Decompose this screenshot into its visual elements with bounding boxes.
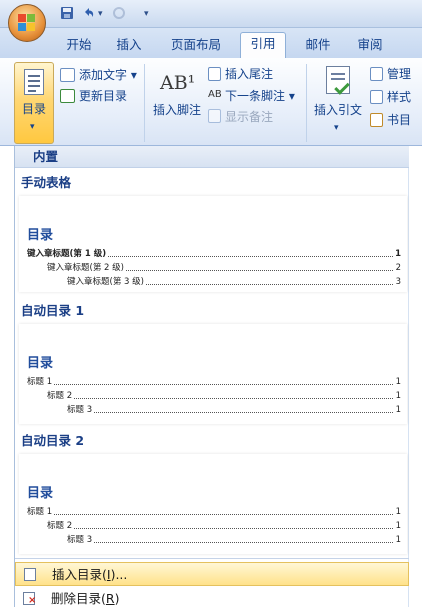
insert-toc-label: 插入目录(I)... [52, 567, 128, 582]
tab-insert[interactable]: 插入 [108, 34, 150, 56]
office-button[interactable] [8, 4, 46, 42]
delete-toc-label: 删除目录(R) [51, 591, 120, 606]
tab-review[interactable]: 审阅 [348, 34, 392, 56]
insert-citation-button[interactable]: 插入引文 [314, 102, 362, 118]
toc-preview-auto2[interactable]: 目录 标题 11 标题 21 标题 31 [19, 454, 407, 554]
preview-title: 目录 [27, 486, 54, 501]
toc-gallery-dropdown: 内置 手动表格 目录 键入章标题(第 1 级) 1 键入章标题(第 2 级) 2 键… [14, 146, 409, 607]
office-logo-icon [18, 14, 36, 32]
show-notes-icon [208, 109, 221, 123]
insert-citation-icon [326, 66, 350, 95]
style-icon [370, 90, 383, 104]
gallery-section-auto1: 自动目录 1 [21, 303, 85, 318]
gallery-builtin-header: 内置 [15, 146, 409, 168]
insert-endnote-button[interactable]: 插入尾注 [225, 66, 273, 82]
toc-entry: 标题 31 [67, 404, 401, 416]
toc-entry: 标题 11 [27, 506, 401, 518]
ribbon-group-separator [306, 64, 307, 142]
tab-mailings[interactable]: 邮件 [296, 34, 340, 56]
insert-endnote-icon [208, 67, 221, 81]
gallery-section-manual: 手动表格 [21, 175, 72, 190]
tab-home[interactable]: 开始 [58, 34, 100, 56]
toc-button-label: 目录 [22, 102, 47, 116]
add-text-icon [60, 68, 75, 82]
customize-qat-icon[interactable]: ▾ [144, 6, 149, 22]
toc-entry: 标题 21 [47, 520, 401, 532]
toc-entry: 标题 21 [47, 390, 401, 402]
preview-title: 目录 [27, 356, 54, 371]
menu-divider [15, 558, 409, 559]
bibliography-button[interactable]: 书目 [387, 112, 411, 128]
ribbon-tabs: 开始 插入 页面布局 引用 邮件 审阅 [0, 28, 422, 58]
preview-title: 目录 [27, 228, 54, 243]
update-toc-button[interactable]: 更新目录 [79, 88, 127, 104]
tab-references[interactable]: 引用 [240, 32, 286, 58]
next-footnote-button[interactable]: 下一条脚注 ▾ [225, 88, 295, 104]
style-dropdown[interactable]: 样式 [387, 89, 411, 105]
manage-sources-icon [370, 67, 383, 81]
toc-button[interactable]: 目录 ▾ [14, 62, 54, 144]
show-notes-button[interactable]: 显示备注 [225, 109, 273, 125]
toc-preview-auto1[interactable]: 目录 标题 11 标题 21 标题 31 [19, 324, 407, 424]
add-text-button[interactable]: 添加文字 ▾ [79, 67, 137, 83]
insert-toc-menu-item[interactable]: 插入目录(I)... [15, 562, 409, 586]
save-icon[interactable] [60, 6, 74, 22]
title-bar: ▾ ▾ [0, 0, 422, 28]
insert-footnote-button[interactable]: 插入脚注 [153, 102, 201, 118]
next-footnote-icon: AB [208, 89, 222, 100]
delete-toc-icon: × [23, 592, 36, 606]
toc-entry: 键入章标题(第 3 级) 3 [67, 276, 401, 288]
toc-entry: 标题 11 [27, 376, 401, 388]
manage-sources-button[interactable]: 管理 [387, 66, 411, 82]
toc-entry: 键入章标题(第 1 级) 1 [27, 248, 401, 260]
chevron-down-icon[interactable]: ▾ [98, 6, 103, 22]
toc-entry: 键入章标题(第 2 级) 2 [47, 262, 401, 274]
gallery-section-auto2: 自动目录 2 [21, 433, 85, 448]
delete-toc-menu-item[interactable]: × 删除目录(R) [15, 587, 409, 611]
insert-toc-icon [24, 568, 36, 581]
tab-page-layout[interactable]: 页面布局 [160, 34, 232, 56]
chevron-down-icon: ▾ [30, 122, 35, 132]
redo-icon[interactable] [112, 6, 126, 22]
toc-document-icon [24, 69, 44, 95]
toc-entry: 标题 31 [67, 534, 401, 546]
insert-footnote-icon: AB¹ [160, 72, 196, 94]
toc-preview-manual[interactable]: 目录 键入章标题(第 1 级) 1 键入章标题(第 2 级) 2 键入章标题(第 3… [19, 196, 407, 292]
undo-icon[interactable] [82, 6, 96, 22]
ribbon: 目录 ▾ 添加文字 ▾ 更新目录 AB¹ 插入脚注 插入尾注 AB 下一条脚注 … [0, 58, 422, 146]
update-toc-icon [60, 89, 75, 103]
bibliography-icon [370, 113, 383, 127]
ribbon-group-separator [144, 64, 145, 142]
chevron-down-icon: ▾ [334, 123, 339, 133]
